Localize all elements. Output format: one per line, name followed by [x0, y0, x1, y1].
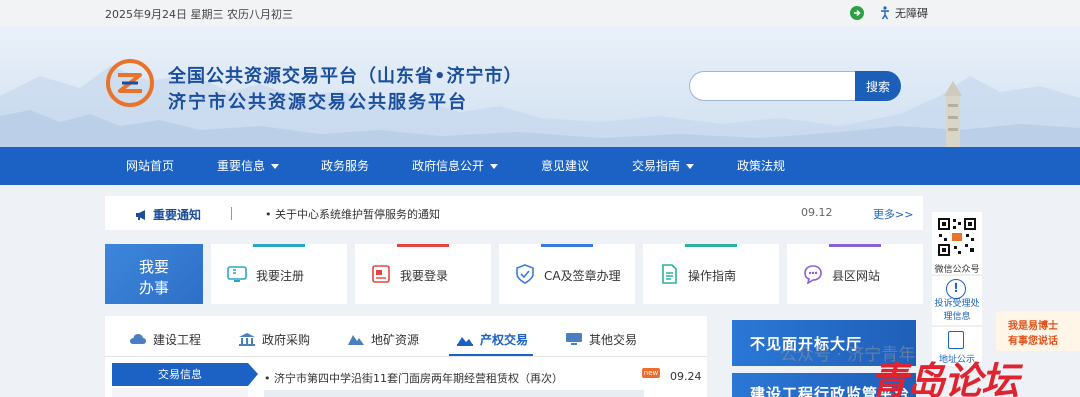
accent-bar	[829, 244, 881, 247]
assistant-promo[interactable]: 我是易博士 有事您说话	[996, 311, 1080, 351]
wechat-label: 微信公众号	[934, 265, 980, 275]
service-label: 我要登录	[400, 269, 449, 283]
watermark-logo: 青岛论坛	[870, 359, 1019, 397]
notice-more-link[interactable]: 更多>>	[873, 206, 913, 222]
go-arrow-icon[interactable]	[850, 6, 864, 20]
tab-label: 建设工程	[153, 332, 202, 347]
service-ca-signature[interactable]: CA及签章办理	[499, 244, 635, 304]
list-item-title[interactable]: • 济宁市第四中学沿街11套门面房两年期经营租赁权（再次）	[264, 370, 563, 386]
document-icon	[948, 331, 964, 349]
complaint-label: 投诉受理处 理信息	[932, 298, 982, 324]
monitor-icon	[566, 333, 582, 345]
list-item-partial[interactable]	[264, 390, 644, 397]
caret-down-icon	[490, 164, 499, 169]
services-banner-line1: 我要	[139, 258, 170, 276]
category-arrow-icon	[248, 363, 258, 386]
skyline-background	[0, 66, 1080, 147]
service-label: 我要注册	[256, 269, 305, 283]
qr-code-icon	[936, 216, 978, 258]
complaint-label-line1: 投诉受理处	[934, 299, 980, 309]
tab-mining[interactable]: 地矿资源	[347, 322, 419, 356]
building-icon	[239, 333, 255, 346]
landscape-icon	[457, 337, 473, 346]
notice-label-text: 重要通知	[153, 208, 202, 222]
site-title-line2: 济宁市公共资源交易公共服务平台	[168, 92, 468, 113]
top-bar: 2025年9月24日 星期三 农历八月初三 无障碍	[0, 0, 1080, 26]
shield-icon	[516, 264, 534, 284]
promo-line1: 我是易博士	[1008, 321, 1058, 332]
search-input[interactable]	[689, 71, 855, 101]
accent-bar	[397, 244, 449, 247]
tab-other[interactable]: 其他交易	[565, 322, 637, 356]
notice-date: 09.12	[801, 206, 833, 219]
mountain-icon	[348, 335, 364, 345]
category-tab-next[interactable]	[112, 388, 248, 397]
tab-label: 产权交易	[480, 332, 529, 347]
tab-property-rights[interactable]: 产权交易	[456, 322, 528, 356]
site-title-line1: 全国公共资源交易平台（山东省•济宁市）	[168, 66, 523, 87]
tab-label: 地矿资源	[371, 332, 420, 347]
nav-item-trade-guide[interactable]: 交易指南	[632, 147, 695, 185]
service-county-sites[interactable]: 县区网站	[787, 244, 923, 304]
tab-label: 其他交易	[589, 332, 638, 347]
service-label: 操作指南	[688, 269, 737, 283]
nav-label: 交易指南	[632, 159, 681, 173]
divider	[231, 207, 232, 220]
main-nav: 网站首页 重要信息 政务服务 政府信息公开 意见建议 交易指南 政策法规	[0, 147, 1080, 185]
info-alert-icon: !	[946, 279, 966, 299]
nav-item-policies[interactable]: 政策法规	[737, 147, 785, 185]
notice-bar: 重要通知 • 关于中心系统维护暂停服务的通知 09.12 更多>>	[105, 196, 923, 230]
service-register[interactable]: 我要注册	[211, 244, 347, 304]
divider	[105, 356, 707, 357]
nav-item-home[interactable]: 网站首页	[126, 147, 174, 185]
tab-procurement[interactable]: 政府采购	[238, 322, 310, 356]
caret-down-icon	[686, 164, 695, 169]
document-icon	[662, 264, 677, 284]
service-label: 县区网站	[832, 269, 881, 283]
service-guide[interactable]: 操作指南	[643, 244, 779, 304]
search-button[interactable]: 搜索	[855, 71, 901, 101]
category-tab-trade-info[interactable]: 交易信息	[112, 363, 248, 386]
site-header: 全国公共资源交易平台（山东省•济宁市） 济宁市公共资源交易公共服务平台 搜索	[0, 26, 1080, 147]
accent-bar	[253, 244, 305, 247]
nav-item-gov-services[interactable]: 政务服务	[321, 147, 369, 185]
list-item-date: 09.24	[670, 370, 702, 383]
tab-construction[interactable]: 建设工程	[129, 322, 201, 356]
cloud-icon	[130, 334, 146, 344]
accent-bar	[541, 244, 593, 247]
service-login[interactable]: 我要登录	[355, 244, 491, 304]
new-badge: new	[642, 368, 660, 378]
login-form-icon	[372, 265, 390, 283]
service-label: CA及签章办理	[544, 269, 621, 283]
list-item[interactable]: • 济宁市第四中学沿街11套门面房两年期经营租赁权（再次） new 09.24	[264, 368, 702, 386]
tab-label: 政府采购	[262, 332, 311, 347]
search-bar: 搜索	[689, 71, 901, 101]
complaint-label-line2: 理信息	[943, 312, 971, 322]
accessibility-link[interactable]: 无障碍	[895, 5, 928, 21]
nav-item-suggestions[interactable]: 意见建议	[541, 147, 589, 185]
notice-label: 重要通知	[135, 206, 201, 223]
nav-label: 政务服务	[321, 159, 370, 173]
services-banner: 我要 办事	[105, 244, 203, 304]
nav-item-gov-info-public[interactable]: 政府信息公开	[412, 147, 499, 185]
accessibility-icon[interactable]	[878, 6, 892, 20]
nav-label: 意见建议	[541, 159, 590, 173]
nav-label: 网站首页	[126, 159, 175, 173]
notice-link[interactable]: • 关于中心系统维护暂停服务的通知	[265, 206, 440, 222]
site-logo-icon[interactable]	[106, 59, 154, 107]
nav-label: 重要信息	[217, 159, 266, 173]
nav-item-important-info[interactable]: 重要信息	[217, 147, 280, 185]
nav-label: 政府信息公开	[412, 159, 485, 173]
services-banner-line2: 办事	[139, 279, 170, 297]
caret-down-icon	[271, 164, 280, 169]
promo-line2: 有事您说话	[1008, 336, 1058, 347]
accent-bar	[685, 244, 737, 247]
nav-label: 政策法规	[737, 159, 786, 173]
monitor-icon	[227, 266, 247, 282]
current-date: 2025年9月24日 星期三 农历八月初三	[105, 8, 293, 21]
chat-bubble-icon	[804, 265, 822, 284]
megaphone-icon	[136, 209, 145, 220]
top-bar-tools: 无障碍	[850, 5, 928, 21]
